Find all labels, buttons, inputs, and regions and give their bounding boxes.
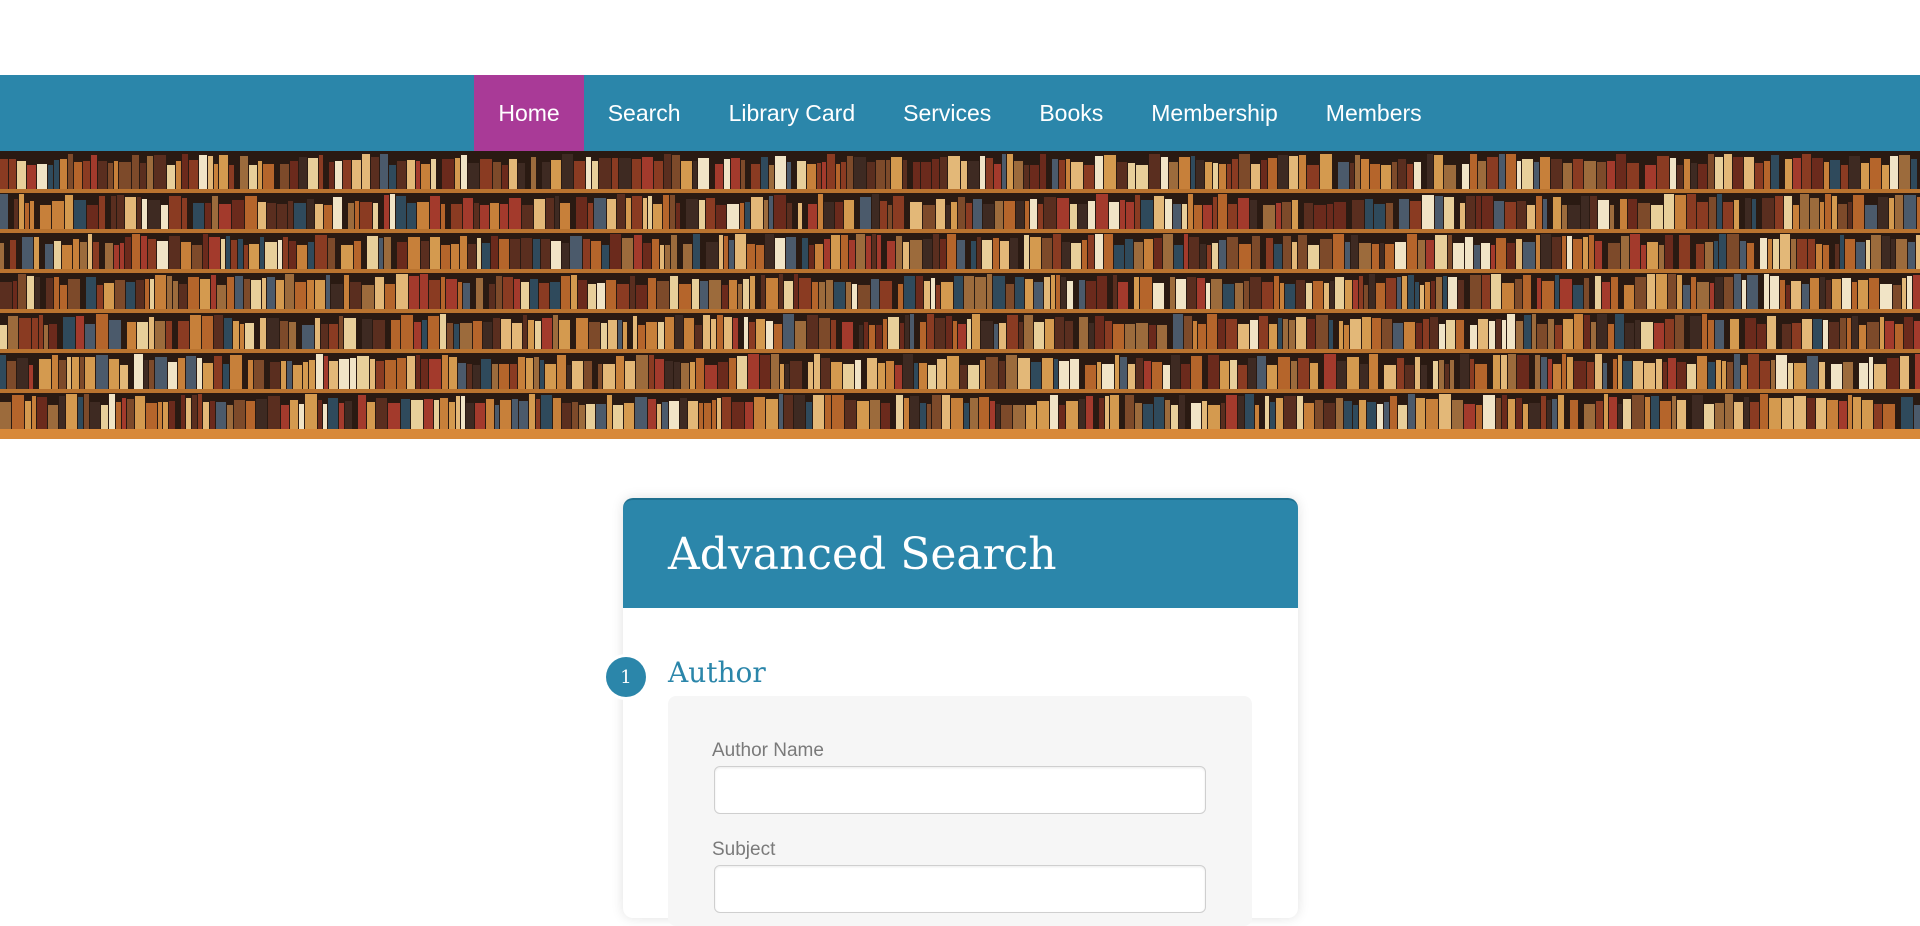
- bookshelf-illustration: [0, 151, 1920, 439]
- nav-item-search[interactable]: Search: [584, 75, 705, 151]
- subject-input[interactable]: [714, 865, 1206, 913]
- nav-item-membership[interactable]: Membership: [1127, 75, 1302, 151]
- nav-item-members[interactable]: Members: [1302, 75, 1446, 151]
- nav-item-services[interactable]: Services: [879, 75, 1015, 151]
- nav-item-home[interactable]: Home: [474, 75, 584, 151]
- author-name-input[interactable]: [714, 766, 1206, 814]
- top-spacer: [0, 0, 1920, 75]
- nav-item-books[interactable]: Books: [1015, 75, 1127, 151]
- author-section: Author Name Subject: [668, 696, 1252, 926]
- card-header: Advanced Search: [623, 498, 1298, 608]
- card-title: Advanced Search: [668, 528, 1057, 580]
- section-title-author: Author: [668, 656, 766, 689]
- author-name-label: Author Name: [712, 740, 824, 761]
- subject-label: Subject: [712, 839, 776, 860]
- hero-bookshelf-image: [0, 151, 1920, 439]
- advanced-search-card: Advanced Search 1 Author Author Name Sub…: [606, 498, 1298, 926]
- step-number-badge: 1: [606, 657, 646, 697]
- main-navigation: Home Search Library Card Services Books …: [0, 75, 1920, 151]
- nav-item-library-card[interactable]: Library Card: [705, 75, 880, 151]
